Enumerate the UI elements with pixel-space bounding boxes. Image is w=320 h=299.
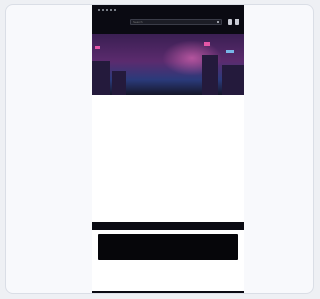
search-input[interactable] <box>133 20 213 24</box>
neon-sign <box>95 46 100 49</box>
hero-building <box>202 55 218 95</box>
dot-icon <box>102 9 104 11</box>
site-header <box>92 5 244 34</box>
browser-frame <box>5 4 314 294</box>
hero-banner[interactable] <box>92 34 244 95</box>
web-page <box>92 5 244 293</box>
cart-icon[interactable] <box>235 19 239 25</box>
site-footer <box>92 291 244 293</box>
hero-building <box>222 65 244 95</box>
hero-building <box>92 61 110 95</box>
dot-icon <box>110 9 112 11</box>
search-icon[interactable] <box>216 20 219 23</box>
search-bar[interactable] <box>130 19 222 25</box>
neon-sign <box>204 42 210 46</box>
hero-building <box>112 71 126 95</box>
features-bar <box>92 222 244 230</box>
filter-bar <box>96 152 244 157</box>
window-dots <box>98 9 116 11</box>
dot-icon <box>114 9 116 11</box>
neon-sign <box>226 50 234 53</box>
account-icon[interactable] <box>228 19 232 25</box>
dot-icon <box>106 9 108 11</box>
promo-block[interactable] <box>98 234 238 260</box>
dot-icon <box>98 9 100 11</box>
